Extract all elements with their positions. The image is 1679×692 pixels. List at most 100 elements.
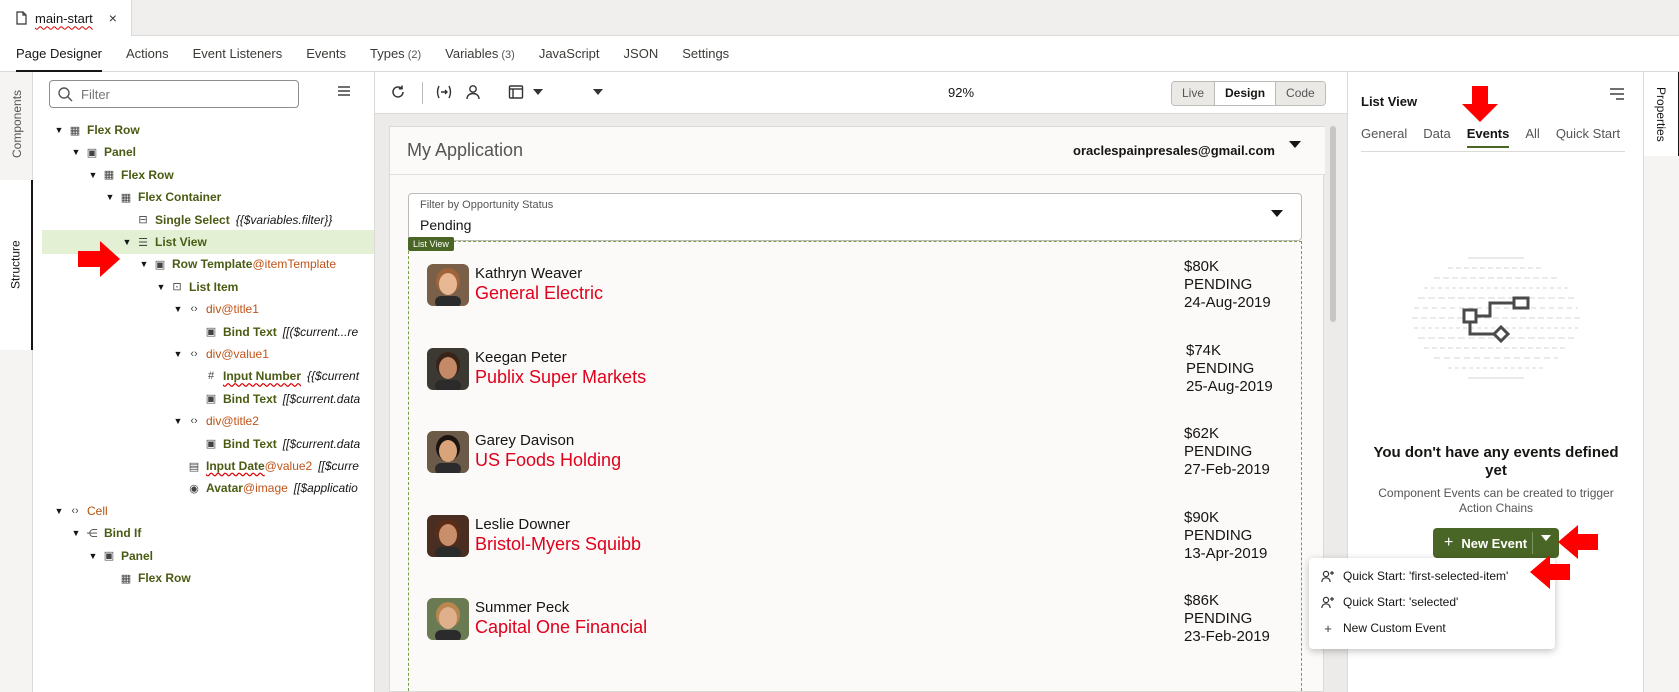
refresh-icon[interactable] [390, 84, 406, 100]
user-menu-chevron-icon[interactable] [1289, 141, 1301, 148]
menu-item[interactable]: + New Custom Event [1321, 615, 1446, 641]
expand-caret-icon[interactable]: ▼ [170, 304, 186, 314]
tab-types[interactable]: Types (2) [370, 36, 421, 72]
components-tab[interactable]: Components [6, 84, 28, 164]
tab-javascript[interactable]: JavaScript [539, 36, 600, 72]
tab-actions[interactable]: Actions [126, 36, 169, 72]
tree-node[interactable]: ▼ ▦ Flex Container [102, 185, 222, 209]
opportunity-status: PENDING [1186, 359, 1255, 377]
flex-row-icon: ▦ [103, 169, 115, 182]
filter-field[interactable] [49, 80, 299, 108]
tree-node[interactable]: ▤ Input Date @value2 [[$curre [170, 454, 359, 478]
avatar [427, 431, 469, 473]
list-item[interactable]: Kathryn Weaver General Electric $80K PENDIN… [409, 242, 1301, 331]
tree-node-expression: [[$current.data [282, 436, 361, 451]
list-view[interactable]: Kathryn Weaver General Electric $80K PENDIN… [408, 241, 1302, 692]
tree-node[interactable]: ▼ ▣ Row Template @itemTemplate [136, 252, 336, 276]
tree-node-label: div [206, 347, 222, 361]
tree-node[interactable]: ▼ ‹› Cell [51, 499, 108, 523]
tree-node[interactable]: ▼ ▣ Panel [68, 140, 136, 164]
expand-caret-icon[interactable]: ▼ [85, 551, 101, 561]
tree-node[interactable]: # Input Number {{$current [187, 364, 359, 388]
tree-node[interactable]: ▼ ‹› div @value1 [170, 342, 269, 366]
tree-node[interactable]: ▼ ▦ Flex Row [85, 163, 174, 187]
menu-item[interactable]: Quick Start: 'first-selected-item' [1321, 563, 1508, 589]
tab-page-designer[interactable]: Page Designer [16, 36, 102, 72]
expand-caret-icon[interactable]: ▼ [102, 192, 118, 202]
chevron-down-icon[interactable] [1541, 535, 1551, 541]
menu-icon[interactable] [338, 86, 350, 96]
select-label: Filter by Opportunity Status [420, 199, 554, 211]
structure-tab[interactable]: Structure [0, 180, 33, 350]
properties-tab[interactable]: Properties [1644, 72, 1679, 156]
expand-caret-icon[interactable]: ▼ [51, 506, 67, 516]
mode-live-button[interactable]: Live [1172, 82, 1216, 105]
tab-event-listeners[interactable]: Event Listeners [193, 36, 283, 72]
expand-caret-icon[interactable]: ▼ [119, 237, 135, 247]
menu-item[interactable]: Quick Start: 'selected' [1321, 589, 1458, 615]
tree-node-label: Avatar [206, 481, 243, 496]
prop-tab-data[interactable]: Data [1423, 126, 1450, 148]
tree-node[interactable]: ▼ ⋲ Bind If [68, 521, 142, 545]
expand-caret-icon[interactable]: ▼ [51, 125, 67, 135]
tree-node[interactable]: ▼ ▦ Flex Row [51, 118, 140, 142]
user-email[interactable]: oraclespainpresales@gmail.com [1073, 143, 1275, 158]
expand-caret-icon[interactable]: ▼ [170, 416, 186, 426]
tree-node[interactable]: ⊟ Single Select {{$variables.filter}} [119, 208, 332, 232]
expand-caret-icon[interactable]: ▼ [68, 528, 84, 538]
tab-label: Page Designer [16, 45, 102, 61]
tab-events[interactable]: Events [306, 36, 346, 72]
tree-node[interactable]: ▣ Bind Text [[($current...re [187, 320, 358, 344]
prop-tab-all[interactable]: All [1525, 126, 1539, 148]
expand-caret-icon[interactable]: ▼ [85, 170, 101, 180]
filter-input[interactable] [81, 86, 281, 102]
zoom-level[interactable]: 92% [948, 85, 974, 100]
prop-tab-general[interactable]: General [1361, 126, 1407, 148]
tab-settings[interactable]: Settings [682, 36, 729, 72]
properties-tabs: General Data Events All Quick Start [1361, 126, 1636, 148]
device-frame-icon[interactable] [508, 84, 524, 100]
panel-menu-icon[interactable] [1610, 88, 1624, 100]
canvas-scrollbar[interactable] [1330, 126, 1336, 322]
tree-node[interactable]: ▣ Bind Text [[$current.data [187, 387, 360, 411]
tree-node-label: Flex Container [138, 190, 222, 205]
mode-code-button[interactable]: Code [1276, 82, 1325, 105]
opportunity-status-select[interactable]: Filter by Opportunity Status Pending [408, 193, 1302, 241]
tree-node[interactable]: ▣ Bind Text [[$current.data [187, 432, 360, 456]
person-add-icon [1321, 570, 1335, 583]
tab-json[interactable]: JSON [624, 36, 659, 72]
prop-tab-events[interactable]: Events [1466, 126, 1510, 148]
tree-node[interactable]: ◉ Avatar @image [[$applicatio [170, 476, 358, 500]
list-item[interactable]: Summer Peck Capital One Financial $86K PEND… [409, 576, 1301, 665]
file-tab[interactable]: main-start × [0, 0, 132, 36]
tree-node[interactable]: ▼ ⊡ List Item [153, 275, 239, 299]
empty-state-heading: You don't have any events defined yet [1373, 444, 1619, 479]
tab-variables[interactable]: Variables (3) [445, 36, 515, 72]
prop-tab-quick-start[interactable]: Quick Start [1556, 126, 1620, 148]
new-event-menu: Quick Start: 'first-selected-item' Quick … [1309, 558, 1555, 649]
tree-node[interactable]: ▼ ‹› div @title1 [170, 297, 259, 321]
avatar [427, 514, 469, 557]
tree-node[interactable]: ▦ Flex Row [102, 566, 191, 590]
tree-node[interactable]: ▼ ▣ Panel [85, 544, 153, 568]
tree-node-label: Bind Text [223, 324, 277, 339]
new-event-button[interactable]: + New Event [1433, 528, 1559, 558]
list-item[interactable]: Garey Davison US Foods Holding $62K PENDING… [409, 409, 1301, 498]
tree-node-label: Bind Text [223, 436, 277, 451]
expand-caret-icon[interactable]: ▼ [170, 349, 186, 359]
select-chevron-icon[interactable] [1271, 210, 1283, 217]
expand-caret-icon[interactable]: ▼ [153, 282, 169, 292]
variable-binding-icon[interactable] [435, 84, 453, 100]
expand-caret-icon[interactable]: ▼ [136, 259, 152, 269]
hash-icon: # [207, 370, 215, 383]
tree-node-id: @title1 [221, 302, 259, 317]
expand-caret-icon[interactable]: ▼ [68, 147, 84, 157]
chevron-down-icon[interactable] [533, 89, 543, 95]
zoom-dropdown-icon[interactable] [593, 89, 603, 95]
close-icon[interactable]: × [109, 10, 117, 26]
mode-design-button[interactable]: Design [1215, 82, 1277, 105]
list-item[interactable]: Keegan Peter Publix Super Markets $74K PEND… [409, 326, 1301, 415]
tree-node[interactable]: ▼ ‹› div @title2 [170, 409, 259, 433]
user-icon[interactable] [465, 84, 481, 100]
list-item[interactable]: Leslie Downer Bristol-Myers Squibb $90K PEN… [409, 493, 1301, 582]
